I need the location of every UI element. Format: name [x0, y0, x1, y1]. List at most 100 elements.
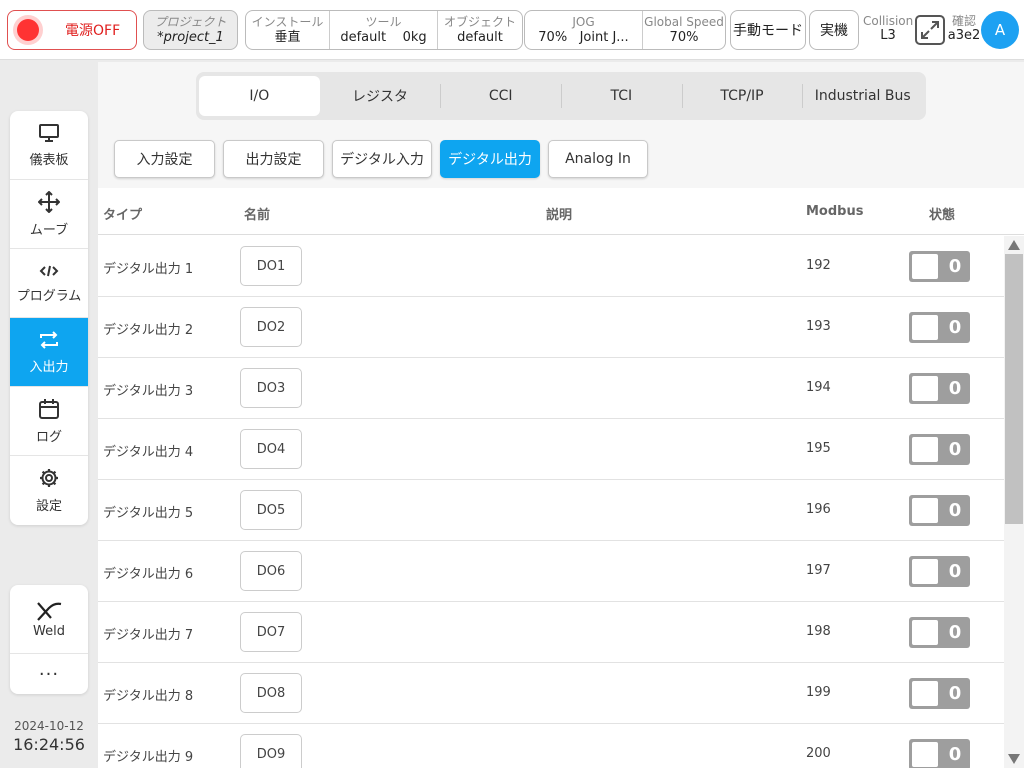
subtab-digital-output[interactable]: デジタル出力 — [440, 140, 540, 178]
confirm-caption: 確認 — [951, 14, 976, 28]
row-type: デジタル出力 8 — [103, 689, 194, 704]
tool-selector[interactable]: ツール default 0kg — [330, 11, 438, 49]
more-options-button[interactable]: ··· — [10, 654, 88, 694]
subtab-digital-input[interactable]: デジタル入力 — [332, 140, 432, 178]
left-nav: 儀表板 ムーブ プログラム 入出力 ログ 設定 — [10, 111, 88, 525]
tab-cci[interactable]: CCI — [440, 76, 561, 116]
row-state-toggle[interactable]: 0 — [909, 556, 970, 587]
nav-move[interactable]: ムーブ — [10, 180, 88, 249]
row-name-field[interactable]: DO7 — [240, 612, 302, 652]
scroll-thumb[interactable] — [1005, 254, 1023, 524]
calendar-icon — [39, 398, 59, 419]
row-name-field[interactable]: DO3 — [240, 368, 302, 408]
install-selector[interactable]: インストール 垂直 — [246, 11, 330, 49]
header-state: 状態 — [929, 208, 956, 223]
nav-weld[interactable]: Weld — [10, 585, 88, 654]
toggle-state-value: 0 — [948, 439, 962, 460]
nav-io[interactable]: 入出力 — [10, 318, 88, 387]
toggle-knob — [912, 376, 938, 401]
tab-register[interactable]: レジスタ — [320, 76, 441, 116]
tab-tcp-ip[interactable]: TCP/IP — [681, 76, 803, 116]
row-modbus: 196 — [806, 502, 831, 517]
row-name-field[interactable]: DO4 — [240, 429, 302, 469]
nav-program[interactable]: プログラム — [10, 249, 88, 318]
project-name: *project_1 — [157, 30, 224, 45]
row-state-toggle[interactable]: 0 — [909, 434, 970, 465]
tab-tci[interactable]: TCI — [561, 76, 682, 116]
row-state-toggle[interactable]: 0 — [909, 617, 970, 648]
row-modbus: 197 — [806, 563, 831, 578]
user-avatar[interactable]: A — [981, 11, 1019, 49]
table-row: デジタル出力 3 DO3 194 0 — [98, 358, 1004, 419]
expand-icon[interactable] — [915, 15, 945, 45]
row-name-field[interactable]: DO1 — [240, 246, 302, 286]
collision-level[interactable]: Collision L3 — [863, 14, 913, 44]
nav-settings-label: 設定 — [35, 499, 62, 514]
header-name: 名前 — [244, 208, 271, 223]
jog-value: 70% Joint J... — [525, 30, 642, 46]
toggle-knob — [912, 498, 938, 523]
table-row: デジタル出力 1 DO1 192 0 — [98, 236, 1004, 297]
table-row: デジタル出力 5 DO5 196 0 — [98, 480, 1004, 541]
row-type: デジタル出力 1 — [103, 262, 194, 277]
row-state-toggle[interactable]: 0 — [909, 739, 970, 768]
install-value: 垂直 — [274, 30, 301, 45]
toggle-knob — [912, 681, 938, 706]
table-header: タイプ 名前 説明 Modbus 状態 — [98, 188, 1024, 235]
toggle-state-value: 0 — [948, 561, 962, 582]
scroll-up-arrow-icon[interactable] — [1008, 240, 1020, 250]
row-name-field[interactable]: DO5 — [240, 490, 302, 530]
digital-output-table: タイプ 名前 説明 Modbus 状態 デジタル出力 1 DO1 192 0 デ… — [98, 188, 1024, 768]
tool-value: default 0kg — [330, 30, 437, 46]
project-selector[interactable]: プロジェクト *project_1 — [143, 10, 238, 50]
toggle-knob — [912, 559, 938, 584]
toggle-state-value: 0 — [948, 622, 962, 643]
row-state-toggle[interactable]: 0 — [909, 373, 970, 404]
toggle-state-value: 0 — [948, 744, 962, 765]
row-name-field[interactable]: DO9 — [240, 734, 302, 768]
nav-dashboard[interactable]: 儀表板 — [10, 111, 88, 180]
nav-settings[interactable]: 設定 — [10, 456, 88, 525]
confirm-code[interactable]: 確認 a3e2 — [947, 14, 981, 44]
nav-dashboard-label: 儀表板 — [29, 152, 69, 168]
row-state-toggle[interactable]: 0 — [909, 495, 970, 526]
toggle-state-value: 0 — [948, 317, 962, 338]
tab-io[interactable]: I/O — [199, 76, 320, 116]
tool-weight: 0kg — [402, 30, 427, 45]
object-selector[interactable]: オブジェクト default — [438, 11, 522, 49]
row-modbus: 195 — [806, 441, 831, 456]
tab-industrial-bus[interactable]: Industrial Bus — [802, 76, 923, 116]
power-label: 電源OFF — [65, 23, 121, 39]
nav-log[interactable]: ログ — [10, 387, 88, 456]
install-tool-object-group: インストール 垂直 ツール default 0kg オブジェクト default — [245, 10, 523, 50]
manual-mode-button[interactable]: 手動モード — [730, 10, 806, 50]
subtab-output-settings[interactable]: 出力設定 — [223, 140, 324, 178]
global-speed-selector[interactable]: Global Speed 70% — [643, 11, 725, 49]
subtab-input-settings[interactable]: 入力設定 — [114, 140, 215, 178]
io-subtabs: 入力設定 出力設定 デジタル入力 デジタル出力 Analog In — [114, 140, 656, 178]
table-row: デジタル出力 4 DO4 195 0 — [98, 419, 1004, 480]
row-name-field[interactable]: DO6 — [240, 551, 302, 591]
nav-log-label: ログ — [35, 429, 62, 445]
row-state-toggle[interactable]: 0 — [909, 678, 970, 709]
object-caption: オブジェクト — [443, 15, 516, 29]
collision-value: L3 — [880, 28, 896, 43]
subtab-analog-in[interactable]: Analog In — [548, 140, 648, 178]
table-scrollbar[interactable] — [1004, 236, 1024, 768]
jog-percent: 70% — [538, 30, 568, 45]
jog-selector[interactable]: JOG 70% Joint J... — [525, 11, 643, 49]
real-machine-button[interactable]: 実機 — [809, 10, 859, 50]
toggle-state-value: 0 — [948, 256, 962, 277]
row-modbus: 199 — [806, 685, 831, 700]
scroll-down-arrow-icon[interactable] — [1008, 754, 1020, 764]
row-name-field[interactable]: DO2 — [240, 307, 302, 347]
row-name-field[interactable]: DO8 — [240, 673, 302, 713]
power-button[interactable]: 電源OFF — [7, 10, 137, 50]
row-state-toggle[interactable]: 0 — [909, 251, 970, 282]
jog-speed-group: JOG 70% Joint J... Global Speed 70% — [524, 10, 726, 50]
row-type: デジタル出力 7 — [103, 628, 194, 643]
jog-caption: JOG — [572, 15, 595, 29]
row-type: デジタル出力 6 — [103, 567, 194, 582]
row-state-toggle[interactable]: 0 — [909, 312, 970, 343]
table-row: デジタル出力 2 DO2 193 0 — [98, 297, 1004, 358]
